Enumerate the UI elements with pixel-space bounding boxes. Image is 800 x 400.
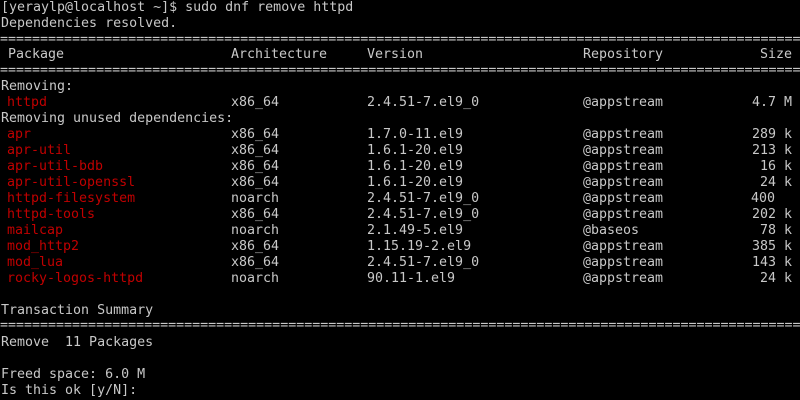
table-row: mailcap noarch 2.1.49-5.el9 @baseos 78 k [0,223,800,239]
package-version: 1.6.1-20.el9 [367,175,464,190]
table-row: apr-util x86_64 1.6.1-20.el9 @appstream … [0,143,800,159]
command-prompt-line: [yeraylp@localhost ~]$ sudo dnf remove h… [1,0,354,15]
package-version: 90.11-1.el9 [367,271,456,286]
transaction-summary-label: Transaction Summary [1,303,154,318]
package-size: 400 [751,191,776,206]
package-name: mailcap [7,223,64,238]
package-version: 2.1.49-5.el9 [367,223,464,238]
package-repo: @appstream [583,127,664,142]
package-arch: x86_64 [231,207,280,222]
column-header-package: Package [8,47,65,62]
table-row: apr x86_64 1.7.0-11.el9 @appstream 289 k [0,127,800,143]
package-repo: @appstream [583,255,664,270]
terminal-window[interactable]: [yeraylp@localhost ~]$ sudo dnf remove h… [0,0,800,400]
column-header-size: Size [759,47,792,62]
table-header: Package Architecture Version Repository … [0,47,800,63]
package-repo: @appstream [583,159,664,174]
dependencies-resolved-text: Dependencies resolved. [1,16,178,31]
package-name: httpd [7,95,48,110]
package-version: 2.4.51-7.el9_0 [367,207,480,222]
table-row: httpd x86_64 2.4.51-7.el9_0 @appstream 4… [0,95,800,111]
column-header-architecture: Architecture [231,47,328,62]
separator-line: ========================================… [0,32,800,47]
table-row: apr-util-openssl x86_64 1.6.1-20.el9 @ap… [0,175,800,191]
package-arch: x86_64 [231,255,280,270]
confirm-prompt[interactable]: Is this ok [y/N]: [1,383,145,399]
package-name: apr [7,127,32,142]
package-name: rocky-logos-httpd [7,271,144,286]
package-name: apr-util [7,143,72,158]
package-name: apr-util-bdb [7,159,104,174]
package-size: 289 k [751,127,792,142]
package-name: mod_lua [7,255,64,270]
package-version: 1.6.1-20.el9 [367,159,464,174]
separator-line: ========================================… [0,63,800,78]
table-row: httpd-filesystem noarch 2.4.51-7.el9_0 @… [0,191,800,207]
removing-section-label: Removing: [1,79,74,94]
unused-dependencies-label: Removing unused dependencies: [1,111,234,126]
package-repo: @baseos [583,223,640,238]
package-size: 24 k [759,271,792,286]
package-arch: x86_64 [231,143,280,158]
remove-count-line: Remove 11 Packages [1,335,154,350]
package-version: 2.4.51-7.el9_0 [367,95,480,110]
package-arch: x86_64 [231,239,280,254]
package-arch: x86_64 [231,175,280,190]
package-name: httpd-tools [7,207,96,222]
package-size: 24 k [759,175,792,190]
freed-space-line: Freed space: 6.0 M [1,367,146,382]
package-arch: noarch [231,223,280,238]
package-version: 2.4.51-7.el9_0 [367,255,480,270]
package-arch: noarch [231,271,280,286]
table-row: httpd-tools x86_64 2.4.51-7.el9_0 @appst… [0,207,800,223]
package-version: 1.6.1-20.el9 [367,143,464,158]
package-name: mod_http2 [7,239,80,254]
package-arch: noarch [231,191,280,206]
table-row: rocky-logos-httpd noarch 90.11-1.el9 @ap… [0,271,800,287]
table-row: mod_lua x86_64 2.4.51-7.el9_0 @appstream… [0,255,800,271]
package-version: 2.4.51-7.el9_0 [367,191,480,206]
package-name: apr-util-openssl [7,175,136,190]
package-size: 202 k [751,207,792,222]
package-arch: x86_64 [231,95,280,110]
package-repo: @appstream [583,191,664,206]
package-size: 213 k [751,143,792,158]
column-header-repository: Repository [583,47,664,62]
table-row: mod_http2 x86_64 1.15.19-2.el9 @appstrea… [0,239,800,255]
package-name: httpd-filesystem [7,191,136,206]
package-arch: x86_64 [231,127,280,142]
package-size: 385 k [751,239,792,254]
package-size: 143 k [751,255,792,270]
column-header-version: Version [367,47,424,62]
package-repo: @appstream [583,175,664,190]
package-repo: @appstream [583,143,664,158]
package-repo: @appstream [583,95,664,110]
package-size: 16 k [759,159,792,174]
table-row: apr-util-bdb x86_64 1.6.1-20.el9 @appstr… [0,159,800,175]
separator-line: ========================================… [0,318,800,333]
package-arch: x86_64 [231,159,280,174]
package-repo: @appstream [583,271,664,286]
package-repo: @appstream [583,207,664,222]
package-version: 1.7.0-11.el9 [367,127,464,142]
package-repo: @appstream [583,239,664,254]
package-size: 78 k [759,223,792,238]
package-version: 1.15.19-2.el9 [367,239,472,254]
package-size: 4.7 M [751,95,792,110]
